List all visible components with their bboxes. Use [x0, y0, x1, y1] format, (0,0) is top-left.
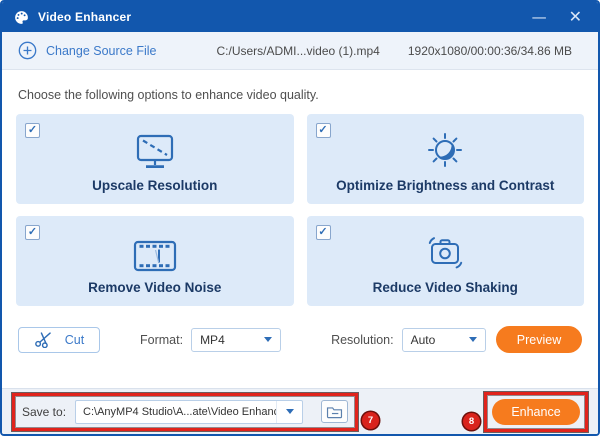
plus-circle-icon [18, 41, 37, 60]
browse-folder-button[interactable] [321, 400, 348, 423]
app-palette-icon [14, 9, 30, 25]
checkmark-icon: ✓ [318, 227, 327, 238]
checkmark-icon: ✓ [318, 125, 327, 136]
film-strip-icon [132, 228, 178, 274]
main-area: Choose the following options to enhance … [2, 70, 598, 388]
save-to-highlight-rect: Save to: C:\AnyMP4 Studio\A...ate\Video … [12, 393, 358, 431]
option-cards: ✓ Upscale Resolution ✓ [16, 114, 584, 306]
remove-noise-checkbox[interactable]: ✓ [25, 225, 40, 240]
save-to-label: Save to: [22, 405, 66, 419]
option-card-reduce-shaking[interactable]: ✓ Reduce Video Shaking [307, 216, 585, 306]
option-card-upscale-resolution[interactable]: ✓ Upscale Resolution [16, 114, 294, 204]
change-source-file-label: Change Source File [46, 44, 156, 58]
annotation-badge-7: 7 [362, 412, 379, 429]
enhance-highlight-rect: Enhance 8 [484, 392, 588, 432]
annotation-badge-8: 8 [463, 413, 480, 430]
remove-noise-label: Remove Video Noise [88, 280, 221, 295]
chevron-down-icon [286, 409, 294, 414]
minimize-button[interactable]: — [532, 10, 547, 25]
reduce-shaking-label: Reduce Video Shaking [373, 280, 518, 295]
brightness-sun-icon [422, 126, 468, 172]
checkmark-icon: ✓ [28, 125, 37, 136]
format-value: MP4 [200, 333, 225, 347]
options-heading: Choose the following options to enhance … [18, 88, 584, 102]
cut-label: Cut [65, 333, 84, 347]
optimize-brightness-label: Optimize Brightness and Contrast [336, 178, 554, 193]
optimize-brightness-checkbox[interactable]: ✓ [316, 123, 331, 138]
source-file-info: 1920x1080/00:00:36/34.86 MB [408, 44, 572, 58]
controls-row: Cut Format: MP4 Resolution: Auto Preview [16, 326, 584, 353]
window-title: Video Enhancer [38, 10, 131, 24]
folder-icon [326, 405, 343, 419]
scissors-icon [34, 331, 53, 348]
resolution-value: Auto [411, 333, 436, 347]
footer-bar: Save to: C:\AnyMP4 Studio\A...ate\Video … [2, 388, 598, 434]
option-card-optimize-brightness[interactable]: ✓ [307, 114, 585, 204]
preview-button[interactable]: Preview [496, 326, 582, 353]
enhance-button[interactable]: Enhance [492, 399, 580, 425]
resolution-dropdown[interactable]: Auto [402, 328, 486, 352]
source-file-path: C:/Users/ADMI...video (1).mp4 [216, 44, 379, 58]
upscale-resolution-checkbox[interactable]: ✓ [25, 123, 40, 138]
upscale-resolution-label: Upscale Resolution [92, 178, 217, 193]
resolution-label: Resolution: [331, 333, 394, 347]
video-enhancer-window: Video Enhancer — ✕ Change Source File C:… [0, 0, 600, 436]
cut-button[interactable]: Cut [18, 327, 100, 353]
change-source-file-button[interactable]: Change Source File [18, 41, 156, 60]
reduce-shaking-checkbox[interactable]: ✓ [316, 225, 331, 240]
format-dropdown[interactable]: MP4 [191, 328, 281, 352]
camera-shake-icon [422, 228, 468, 274]
chevron-down-icon [469, 337, 477, 342]
monitor-upscale-icon [132, 126, 178, 172]
toolbar: Change Source File C:/Users/ADMI...video… [2, 32, 598, 70]
titlebar: Video Enhancer — ✕ [2, 2, 598, 32]
option-card-remove-noise[interactable]: ✓ [16, 216, 294, 306]
save-path-value: C:\AnyMP4 Studio\A...ate\Video Enhancer [76, 406, 276, 418]
close-button[interactable]: ✕ [569, 9, 582, 25]
checkmark-icon: ✓ [28, 227, 37, 238]
save-path-dropdown[interactable]: C:\AnyMP4 Studio\A...ate\Video Enhancer [75, 400, 303, 424]
format-label: Format: [140, 333, 183, 347]
chevron-down-icon [264, 337, 272, 342]
